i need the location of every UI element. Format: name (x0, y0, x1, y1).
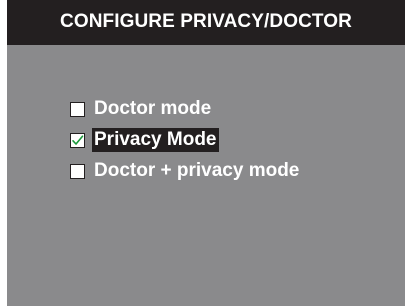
option-doctor-privacy-mode[interactable]: Doctor + privacy mode (70, 159, 301, 183)
config-screen: CONFIGURE PRIVACY/DOCTOR Doctor mode Pri… (7, 0, 405, 306)
title-bar: CONFIGURE PRIVACY/DOCTOR (7, 0, 405, 45)
mode-options-list: Doctor mode Privacy Mode Doctor + privac… (70, 97, 301, 190)
privacy-mode-checkbox[interactable] (70, 132, 85, 148)
option-label: Privacy Mode (92, 128, 219, 152)
option-label: Doctor + privacy mode (94, 160, 300, 181)
page-title: CONFIGURE PRIVACY/DOCTOR (60, 10, 352, 32)
checkmark-icon (72, 134, 84, 145)
doctor-privacy-mode-checkbox[interactable] (70, 163, 85, 179)
option-privacy-mode[interactable]: Privacy Mode (70, 128, 301, 152)
doctor-mode-checkbox[interactable] (70, 101, 85, 117)
option-doctor-mode[interactable]: Doctor mode (70, 97, 301, 121)
option-label: Doctor mode (94, 98, 212, 119)
